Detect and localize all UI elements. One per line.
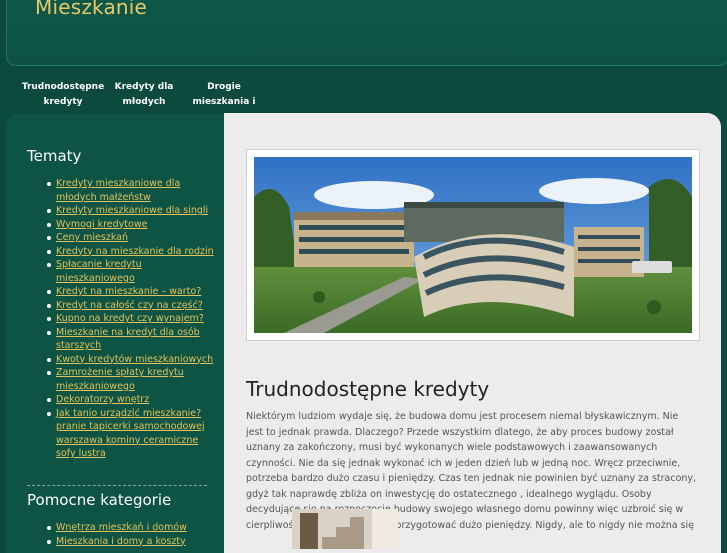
- sidebar-link[interactable]: Wnętrza mieszkań i domów: [47, 521, 221, 535]
- sidebar-heading-pomocne: Pomocne kategorie: [27, 491, 172, 509]
- sidebar-link[interactable]: Kredyty mieszkaniowe dla singli: [47, 204, 221, 218]
- sidebar-link[interactable]: pranie tapicerki samochodowej: [56, 420, 221, 434]
- header-image-frame: [246, 149, 700, 341]
- nav-item-trudnodostepne-kredyty[interactable]: Trudnodostępne kredyty: [18, 80, 108, 110]
- sidebar-link[interactable]: lustra: [79, 448, 106, 459]
- sidebar-link[interactable]: mieszkaniowego: [56, 272, 221, 286]
- sidebar-link-group: sofy lustra: [56, 447, 221, 461]
- sidebar-link[interactable]: Spłacanie kredytu: [47, 258, 221, 272]
- nav-item-label-line1: Trudnodostępne: [21, 82, 105, 92]
- post-title[interactable]: Trudnodostępne kredyty: [246, 377, 489, 401]
- nav-item-label-line1: Drogie: [207, 82, 241, 92]
- sidebar-link[interactable]: Ceny mieszkań: [47, 231, 221, 245]
- sidebar-link[interactable]: Kupno na kredyt czy wynajem?: [47, 312, 221, 326]
- sidebar-link[interactable]: Dekoratorzy wnętrz: [47, 393, 221, 407]
- sidebar-link[interactable]: Zamrożenie spłaty kredytu: [47, 366, 221, 380]
- site-title[interactable]: Mieszkanie: [35, 0, 147, 19]
- nav-item-label-line1: Kredyty dla: [114, 82, 174, 92]
- sidebar-link[interactable]: warszawa: [56, 435, 103, 446]
- sidebar-link[interactable]: Kwoty kredytów mieszkaniowych: [47, 353, 221, 367]
- sidebar-link[interactable]: Mieszkanie na kredyt dla osób: [47, 326, 221, 340]
- sidebar-link[interactable]: Mieszkania i domy a koszty: [47, 535, 221, 549]
- sidebar-link[interactable]: sofy: [56, 448, 76, 459]
- nav-item-label-line2: kredyty: [43, 97, 83, 107]
- nav-item-label-line2: mieszkania i: [192, 97, 256, 107]
- sidebar-link-group: warszawa kominy ceramiczne: [56, 434, 221, 448]
- building-render-image: [254, 157, 692, 333]
- sidebar-link[interactable]: Wymogi kredytowe: [47, 218, 221, 232]
- nav-item-drogie-mieszkania[interactable]: Drogie mieszkania i: [179, 80, 269, 110]
- sidebar: Tematy Kredyty mieszkaniowe dla młodych …: [6, 113, 234, 553]
- sidebar-link[interactable]: Kredyty na mieszkanie dla rodzin: [47, 245, 221, 259]
- site-header: Mieszkanie: [6, 0, 727, 66]
- sidebar-link[interactable]: Jak tanio urządzić mieszkanie?: [47, 407, 221, 421]
- sidebar-link[interactable]: kominy ceramiczne: [106, 435, 198, 446]
- sidebar-link[interactable]: mieszkaniowego: [56, 380, 221, 394]
- tematy-list: Kredyty mieszkaniowe dla młodych małżeńs…: [47, 177, 221, 461]
- sidebar-link[interactable]: młodych małżeństw: [56, 191, 221, 205]
- sidebar-heading-tematy: Tematy: [27, 147, 82, 165]
- sidebar-link[interactable]: Kredyt na całość czy na część?: [47, 299, 221, 313]
- nav-item-kredyty-dla-mlodych[interactable]: Kredyty dla młodych: [99, 80, 189, 110]
- staircase-image: [292, 509, 398, 549]
- nav-item-label-line2: młodych: [122, 97, 166, 107]
- main-content: Trudnodostępne kredyty Niektórym ludziom…: [224, 113, 721, 553]
- sidebar-divider: [27, 485, 207, 486]
- sidebar-link[interactable]: Kredyt na mieszkanie – warto?: [47, 285, 221, 299]
- sidebar-link[interactable]: Kredyty mieszkaniowe dla: [47, 177, 221, 191]
- pomocne-list: Wnętrza mieszkań i domów Mieszkania i do…: [47, 521, 221, 549]
- sidebar-link[interactable]: starszych: [56, 339, 221, 353]
